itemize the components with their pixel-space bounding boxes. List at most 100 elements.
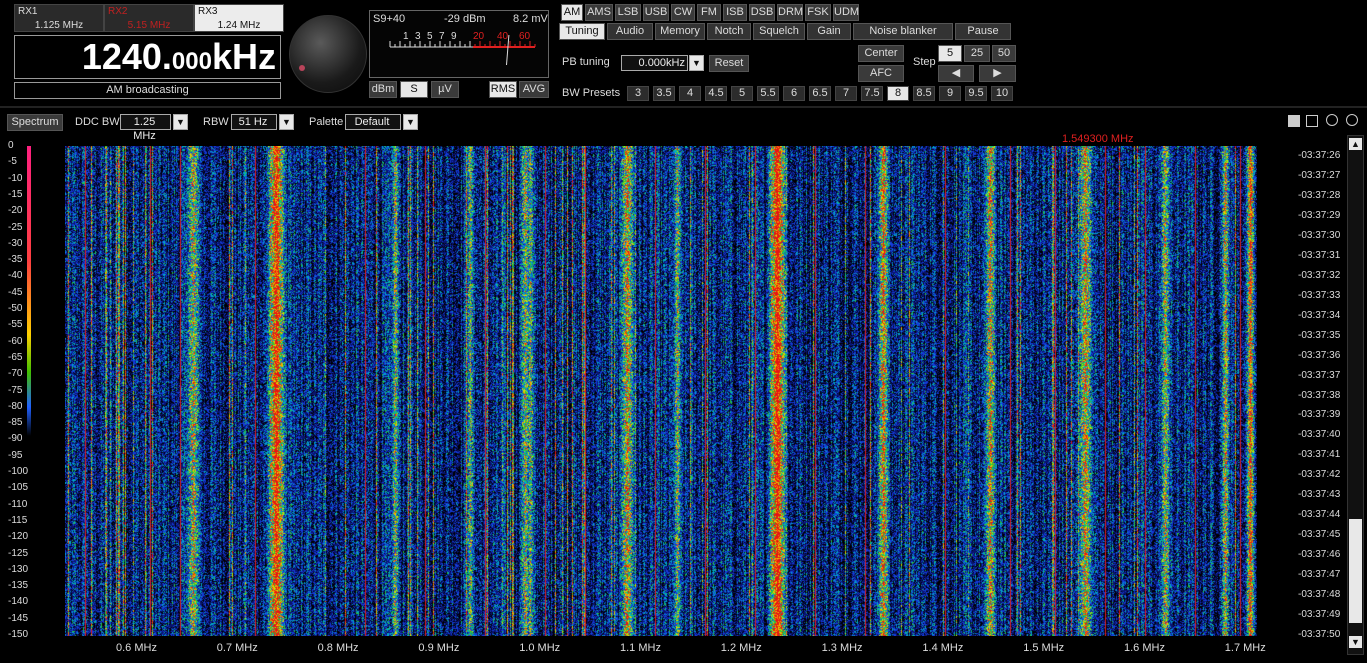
- step-50-button[interactable]: 50: [992, 45, 1016, 62]
- time-tick-label: -03:37:42: [1298, 469, 1341, 481]
- meter-dbm: -29 dBm: [444, 13, 486, 25]
- bw-preset-7-5[interactable]: 7.5: [861, 86, 883, 101]
- x-tick-label: 0.8 MHz: [317, 642, 359, 654]
- waterfall-display[interactable]: [65, 146, 1257, 636]
- palette-field[interactable]: Default: [345, 114, 401, 130]
- bw-preset-4-5[interactable]: 4.5: [705, 86, 727, 101]
- mode-usb-button[interactable]: USB: [643, 4, 669, 21]
- spectrum-button[interactable]: Spectrum: [7, 114, 63, 131]
- zoom-in-icon[interactable]: [1326, 114, 1338, 126]
- afc-button[interactable]: AFC: [858, 65, 904, 82]
- bw-preset-3-5[interactable]: 3.5: [653, 86, 675, 101]
- scroll-up-arrow[interactable]: ▲: [1349, 138, 1362, 150]
- y-tick-label: -30: [8, 237, 23, 249]
- mode-ams-button[interactable]: AMS: [585, 4, 613, 21]
- center-button[interactable]: Center: [858, 45, 904, 62]
- mode-drm-button[interactable]: DRM: [777, 4, 803, 21]
- freq-unit: kHz: [211, 36, 276, 77]
- rx3-tab[interactable]: RX3 1.24 MHz: [194, 4, 284, 32]
- waterfall-scrollbar[interactable]: ▲ ▼: [1347, 135, 1364, 655]
- step-5-button[interactable]: 5: [938, 45, 962, 62]
- bw-preset-4[interactable]: 4: [679, 86, 701, 101]
- tab-tuning[interactable]: Tuning: [559, 23, 605, 40]
- frequency-display[interactable]: 1240.000kHz: [14, 35, 281, 79]
- pb-tuning-field[interactable]: 0.000kHz: [621, 55, 688, 71]
- palette-label: Palette: [309, 116, 344, 128]
- rx2-tab[interactable]: RX2 5.15 MHz: [104, 4, 194, 32]
- meter-avg-button[interactable]: AVG: [519, 81, 549, 98]
- palette-dropdown[interactable]: ▼: [403, 114, 418, 130]
- scroll-thumb[interactable]: [1349, 519, 1362, 623]
- bw-preset-6[interactable]: 6: [783, 86, 805, 101]
- bw-preset-5-5[interactable]: 5.5: [757, 86, 779, 101]
- bw-preset-6-5[interactable]: 6.5: [809, 86, 831, 101]
- tab-pause[interactable]: Pause: [955, 23, 1011, 40]
- tuning-knob[interactable]: [289, 15, 367, 93]
- mode-am-button[interactable]: AM: [561, 4, 583, 21]
- time-tick-label: -03:37:28: [1298, 189, 1341, 201]
- tab-gain[interactable]: Gain: [807, 23, 851, 40]
- scroll-down-arrow[interactable]: ▼: [1349, 636, 1362, 648]
- ddc-bw-field[interactable]: 1.25 MHz: [120, 114, 171, 142]
- bw-preset-8-5[interactable]: 8.5: [913, 86, 935, 101]
- tab-notch[interactable]: Notch: [707, 23, 751, 40]
- mode-lsb-button[interactable]: LSB: [615, 4, 641, 21]
- bw-preset-5[interactable]: 5: [731, 86, 753, 101]
- meter-scale-60: 60: [519, 31, 531, 42]
- time-tick-label: -03:37:30: [1298, 229, 1341, 241]
- rx1-tab[interactable]: RX1 1.125 MHz: [14, 4, 104, 32]
- save-icon[interactable]: [1306, 115, 1318, 127]
- y-tick-label: -90: [8, 433, 23, 445]
- tab-noise-blanker[interactable]: Noise blanker: [853, 23, 953, 40]
- rbw-label: RBW: [203, 116, 229, 128]
- step-right-button[interactable]: ▶: [979, 65, 1016, 82]
- y-tick-label: -40: [8, 270, 23, 282]
- x-tick-label: 1.4 MHz: [922, 642, 964, 654]
- rbw-field[interactable]: 51 Hz: [231, 114, 277, 130]
- tab-memory[interactable]: Memory: [655, 23, 705, 40]
- bw-preset-3[interactable]: 3: [627, 86, 649, 101]
- bw-preset-9-5[interactable]: 9.5: [965, 86, 987, 101]
- pause-icon[interactable]: [1288, 115, 1300, 127]
- y-tick-label: -120: [8, 531, 29, 543]
- time-tick-label: -03:37:34: [1298, 309, 1341, 321]
- x-tick-label: 1.7 MHz: [1224, 642, 1266, 654]
- time-tick-label: -03:37:44: [1298, 509, 1341, 521]
- meter-s-button[interactable]: S: [400, 81, 428, 98]
- x-tick-label: 1.0 MHz: [519, 642, 561, 654]
- bw-preset-10[interactable]: 10: [991, 86, 1013, 101]
- mode-fsk-button[interactable]: FSK: [805, 4, 831, 21]
- meter-rms-button[interactable]: RMS: [489, 81, 517, 98]
- ddc-bw-dropdown[interactable]: ▼: [173, 114, 188, 130]
- tab-squelch[interactable]: Squelch: [753, 23, 805, 40]
- reset-button[interactable]: Reset: [709, 55, 749, 72]
- bw-preset-9[interactable]: 9: [939, 86, 961, 101]
- y-tick-label: -100: [8, 466, 29, 477]
- y-tick-label: -145: [8, 612, 29, 624]
- mode-udm-button[interactable]: UDM: [833, 4, 859, 21]
- step-left-button[interactable]: ◀: [938, 65, 974, 82]
- time-tick-label: -03:37:38: [1298, 389, 1341, 401]
- x-tick-label: 0.7 MHz: [216, 642, 258, 654]
- y-tick-label: -110: [8, 498, 28, 510]
- mode-cw-button[interactable]: CW: [671, 4, 695, 21]
- time-tick-label: -03:37:40: [1298, 429, 1341, 441]
- tab-audio[interactable]: Audio: [607, 23, 653, 40]
- rbw-dropdown[interactable]: ▼: [279, 114, 294, 130]
- bw-preset-7[interactable]: 7: [835, 86, 857, 101]
- mode-isb-button[interactable]: ISB: [723, 4, 747, 21]
- x-tick-label: 1.2 MHz: [720, 642, 762, 654]
- x-tick-label: 1.3 MHz: [821, 642, 863, 654]
- mode-dsb-button[interactable]: DSB: [749, 4, 775, 21]
- meter-uv-button[interactable]: µV: [431, 81, 459, 98]
- zoom-out-icon[interactable]: [1346, 114, 1358, 126]
- bw-preset-8[interactable]: 8: [887, 86, 909, 101]
- pb-tuning-dropdown[interactable]: ▼: [689, 55, 704, 71]
- step-25-button[interactable]: 25: [964, 45, 990, 62]
- mode-fm-button[interactable]: FM: [697, 4, 721, 21]
- freq-small: 000: [171, 48, 212, 75]
- y-tick-label: -70: [8, 368, 23, 380]
- time-tick-label: -03:37:49: [1298, 609, 1341, 621]
- meter-dbm-button[interactable]: dBm: [369, 81, 397, 98]
- y-tick-label: -135: [8, 580, 29, 592]
